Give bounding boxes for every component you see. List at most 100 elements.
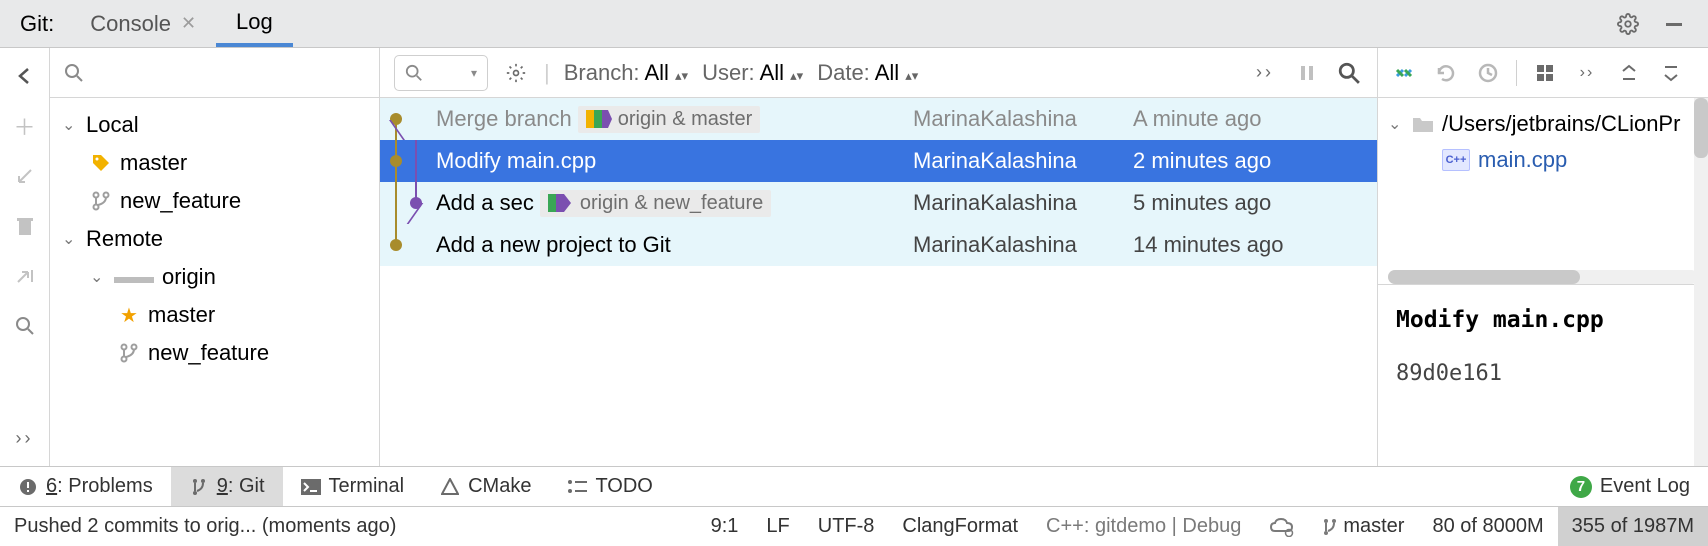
vcs-branch[interactable]: master (1309, 515, 1418, 538)
commit-row[interactable]: Add a sec origin & new_feature MarinaKal… (380, 182, 1377, 224)
changed-file[interactable]: C++ main.cpp (1388, 142, 1698, 178)
gear-icon[interactable] (502, 59, 530, 87)
tool-window-bar: 6: Problems 9: Git Terminal CMake TODO 7… (0, 466, 1708, 506)
minimize-icon[interactable] (1660, 10, 1688, 38)
vertical-scrollbar[interactable] (1694, 98, 1708, 466)
tool-todo[interactable]: TODO (549, 467, 670, 506)
chevron-down-icon: ⌄ (90, 267, 106, 287)
file-encoding[interactable]: UTF-8 (804, 515, 889, 538)
status-message: Pushed 2 commits to orig... (moments ago… (0, 515, 410, 538)
commit-row[interactable]: Merge branch origin & master MarinaKalas… (380, 98, 1377, 140)
remote-label: origin (162, 264, 216, 290)
commit-time: 2 minutes ago (1133, 148, 1353, 174)
commit-time: 14 minutes ago (1133, 232, 1353, 258)
commit-subject: Merge branch (436, 106, 572, 132)
ref-label: origin & new_feature (540, 190, 771, 217)
find-icon[interactable] (1335, 59, 1363, 87)
folder-icon: ▬▬ (114, 266, 154, 289)
deploy-icon[interactable] (1255, 517, 1309, 537)
delete-icon[interactable] (11, 212, 39, 240)
tool-event-log[interactable]: 7 Event Log (1552, 467, 1708, 506)
more-filters-icon[interactable]: ›› (1251, 59, 1279, 87)
group-label: Remote (86, 226, 163, 252)
group-label: Local (86, 112, 139, 138)
filter-user[interactable]: User: All ▴▾ (702, 60, 803, 86)
chevron-down-icon: ⌄ (62, 229, 78, 249)
close-icon[interactable]: ✕ (181, 13, 196, 34)
folder-icon (1412, 115, 1434, 133)
branch-label: master (148, 302, 215, 328)
branches-sidebar: ⌄ Local master new_feature ⌄ Remote ⌄ (50, 48, 380, 466)
branch-icon (189, 477, 209, 497)
search-icon (64, 63, 84, 83)
tab-console[interactable]: Console ✕ (70, 1, 216, 47)
commit-list: Merge branch origin & master MarinaKalas… (380, 98, 1377, 466)
branch-remote-new-feature[interactable]: new_feature (62, 334, 379, 372)
expand-icon[interactable] (1615, 59, 1643, 87)
revert-icon[interactable] (1432, 59, 1460, 87)
collapse-icon[interactable] (1657, 59, 1685, 87)
status-bar: Pushed 2 commits to orig... (moments ago… (0, 506, 1708, 546)
branch-local-master[interactable]: master (62, 144, 379, 182)
branch-icon (90, 190, 112, 212)
file-label: main.cpp (1478, 147, 1567, 173)
log-search[interactable]: ▾ (394, 55, 488, 91)
branch-icon (118, 342, 140, 364)
horizontal-scrollbar[interactable] (1388, 270, 1698, 284)
commit-subject: Add a sec (436, 190, 534, 216)
memory-indicator-2[interactable]: 355 of 1987M (1558, 507, 1708, 546)
branch-label: master (120, 150, 187, 176)
push-icon[interactable] (11, 262, 39, 290)
history-icon[interactable] (1474, 59, 1502, 87)
tag-icon (90, 152, 112, 174)
commit-row[interactable]: Add a new project to Git MarinaKalashina… (380, 224, 1377, 266)
commit-row[interactable]: Modify main.cpp MarinaKalashina 2 minute… (380, 140, 1377, 182)
chevron-down-icon: ⌄ (1388, 114, 1404, 134)
branch-local-new-feature[interactable]: new_feature (62, 182, 379, 220)
fetch-icon[interactable] (11, 162, 39, 190)
commit-message-title: Modify main.cpp (1396, 307, 1690, 333)
filter-branch[interactable]: Branch: All ▴▾ (564, 60, 688, 86)
tree-group-local[interactable]: ⌄ Local (62, 106, 379, 144)
notification-badge: 7 (1570, 476, 1592, 498)
tool-problems[interactable]: 6: Problems (0, 467, 171, 506)
tool-terminal[interactable]: Terminal (283, 467, 423, 506)
todo-icon (567, 477, 587, 497)
branch-remote-master[interactable]: ★ master (62, 296, 379, 334)
tool-git[interactable]: 9: Git (171, 467, 283, 506)
caret-position[interactable]: 9:1 (697, 515, 753, 538)
log-panel: ▾ | Branch: All ▴▾ User: All ▴▾ Date: Al… (380, 48, 1378, 466)
code-style[interactable]: ClangFormat (888, 515, 1032, 538)
commit-subject: Modify main.cpp (436, 148, 596, 174)
line-separator[interactable]: LF (752, 515, 803, 538)
filter-date[interactable]: Date: All ▴▾ (817, 60, 918, 86)
cherry-pick-icon[interactable] (1390, 59, 1418, 87)
run-config[interactable]: C++: gitdemo | Debug (1032, 515, 1255, 538)
commit-time: 5 minutes ago (1133, 190, 1353, 216)
commit-author: MarinaKalashina (913, 190, 1133, 216)
group-icon[interactable] (1531, 59, 1559, 87)
memory-indicator-1[interactable]: 80 of 8000M (1418, 515, 1557, 538)
warning-icon (18, 477, 38, 497)
commit-time: A minute ago (1133, 106, 1353, 132)
tree-group-remote[interactable]: ⌄ Remote (62, 220, 379, 258)
back-icon[interactable] (11, 62, 39, 90)
tab-label: Console (90, 11, 171, 37)
changed-path[interactable]: ⌄ /Users/jetbrains/CLionPr (1388, 106, 1698, 142)
pause-icon[interactable] (1293, 59, 1321, 87)
branch-search[interactable] (50, 48, 379, 98)
cmake-icon (440, 477, 460, 497)
path-label: /Users/jetbrains/CLionPr (1442, 111, 1680, 137)
tool-cmake[interactable]: CMake (422, 467, 549, 506)
remote-origin[interactable]: ⌄ ▬▬ origin (62, 258, 379, 296)
cpp-file-icon: C++ (1442, 149, 1470, 171)
terminal-icon (301, 477, 321, 497)
new-branch-icon[interactable]: ＋ (11, 112, 39, 140)
chevron-down-icon: ⌄ (62, 115, 78, 135)
more-icon[interactable]: ›› (11, 424, 39, 452)
tab-log[interactable]: Log (216, 1, 293, 47)
find-icon[interactable] (11, 312, 39, 340)
more-icon[interactable]: ›› (1573, 59, 1601, 87)
gear-icon[interactable] (1614, 10, 1642, 38)
left-icon-rail: ＋ ›› (0, 48, 50, 466)
